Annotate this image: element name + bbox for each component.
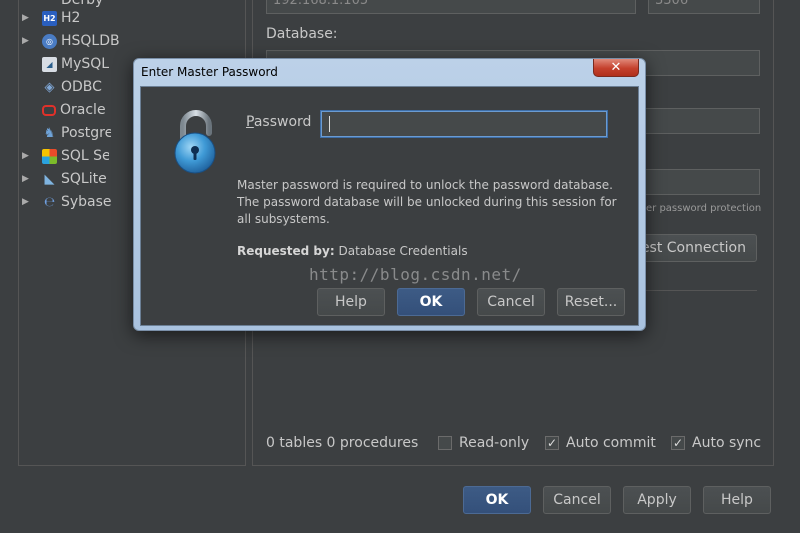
expand-arrow-icon[interactable]: ▶ (22, 174, 42, 184)
dialog-reset-button[interactable]: Reset... (557, 288, 625, 316)
mysql-icon: ◢ (42, 56, 57, 72)
ok-button[interactable]: OK (463, 486, 531, 514)
check-icon: ✓ (671, 436, 685, 450)
separator (640, 290, 757, 291)
test-connection-button[interactable]: est Connection (630, 234, 757, 262)
oracle-icon (42, 104, 56, 116)
tree-item-sybase[interactable]: ▶ ℮ Sybase (22, 191, 112, 213)
password-label: Password (246, 114, 311, 130)
expand-arrow-icon[interactable]: ▶ (22, 197, 42, 207)
tree-item-postgresql[interactable]: ▶ ♞ PostgreSQL (22, 122, 111, 144)
master-password-input[interactable] (321, 111, 607, 137)
database-label: Database: (266, 26, 338, 42)
password-protection-hint: er password protection (646, 203, 762, 214)
sqlserver-icon (42, 148, 57, 164)
padlock-icon (174, 110, 216, 174)
user-input[interactable] (640, 108, 760, 134)
text-caret (329, 116, 330, 132)
tree-item-sqlserver[interactable]: ▶ SQL Server (22, 145, 109, 167)
checkbox-box (438, 436, 452, 450)
info-message: Master password is required to unlock th… (237, 178, 617, 226)
password-label-text: assword (253, 114, 312, 130)
status-text: 0 tables 0 procedures (266, 435, 419, 451)
expand-arrow-icon[interactable]: ▶ (22, 36, 42, 46)
autosync-checkbox[interactable]: ✓ Auto sync (671, 435, 761, 451)
cancel-button[interactable]: Cancel (543, 486, 611, 514)
tree-item-label: SQL Server (61, 148, 109, 164)
dialog-title: Enter Master Password (141, 65, 278, 79)
tree-item-label: ODBC (61, 79, 102, 95)
expand-arrow-icon[interactable]: ▶ (22, 13, 42, 23)
postgresql-icon: ♞ (43, 125, 56, 141)
tree-item-label: H2 (61, 10, 81, 26)
tree-item-label: SQLite (61, 171, 107, 187)
tree-item-oracle[interactable]: ▶ Oracle (22, 99, 106, 121)
autosync-label: Auto sync (692, 435, 762, 451)
dialog-body: Password Master password is required to … (140, 86, 639, 326)
autocommit-label: Auto commit (566, 435, 656, 451)
tree-item-odbc[interactable]: ▶ ◈ ODBC (22, 76, 102, 98)
sybase-icon: ℮ (43, 194, 56, 210)
password-field[interactable] (640, 169, 760, 195)
odbc-icon: ◈ (44, 79, 55, 95)
requested-by-label: Requested by: (237, 244, 335, 258)
tree-item-label: MySQL (61, 56, 110, 72)
close-button[interactable]: ✕ (593, 59, 639, 77)
expand-arrow-icon[interactable]: ▶ (22, 151, 42, 161)
tree-item-sqlite[interactable]: ▶ ◣ SQLite (22, 168, 107, 190)
tree-item-label: HSQLDB (61, 33, 120, 49)
requested-by-text: Requested by: Database Credentials (237, 244, 468, 258)
tree-item-label: Oracle (60, 102, 106, 118)
hsqldb-icon: ◎ (42, 33, 57, 49)
tree-item-label: Sybase (61, 194, 112, 210)
tree-item-mysql[interactable]: ▶ ◢ MySQL (22, 53, 109, 75)
sqlite-icon: ◣ (44, 171, 55, 187)
requested-by-value: Database Credentials (338, 244, 468, 258)
port-input[interactable]: 3306 (648, 0, 760, 14)
password-label-mnemonic: P (246, 114, 254, 130)
readonly-checkbox[interactable]: Read-only (438, 435, 529, 451)
check-icon: ✓ (545, 436, 559, 450)
tree-item-h2[interactable]: ▶ H2 H2 (22, 7, 80, 29)
tree-item-hsqldb[interactable]: ▶ ◎ HSQLDB (22, 30, 120, 52)
readonly-label: Read-only (459, 435, 530, 451)
host-input[interactable]: 192.168.1.105 (266, 0, 636, 14)
close-icon: ✕ (610, 60, 622, 75)
help-button[interactable]: Help (703, 486, 771, 514)
h2-icon: H2 (42, 10, 57, 26)
dialog-help-button[interactable]: Help (317, 288, 385, 316)
master-password-dialog: Enter Master Password ✕ Password Master … (133, 58, 646, 331)
watermark-text: http://blog.csdn.net/ (309, 265, 522, 284)
tree-item-label: PostgreSQL (61, 125, 111, 141)
autocommit-checkbox[interactable]: ✓ Auto commit (545, 435, 656, 451)
dialog-ok-button[interactable]: OK (397, 288, 465, 316)
dialog-cancel-button[interactable]: Cancel (477, 288, 545, 316)
apply-button[interactable]: Apply (623, 486, 691, 514)
